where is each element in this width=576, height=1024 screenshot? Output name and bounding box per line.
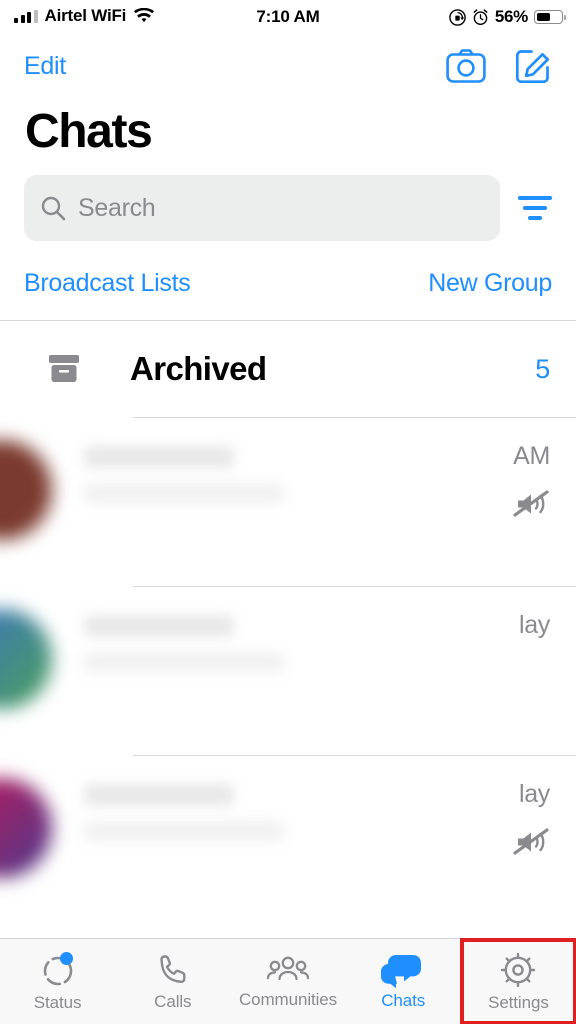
search-input[interactable]: Search	[24, 175, 500, 241]
page-title: Chats	[25, 105, 153, 158]
chat-list[interactable]: Archived 5 AM lay lay	[0, 321, 576, 938]
quick-links-row: Broadcast Lists New Group	[0, 251, 576, 321]
status-bar: Airtel WiFi 7:10 AM 56%	[0, 0, 576, 38]
camera-icon[interactable]	[446, 49, 486, 83]
avatar	[0, 609, 52, 709]
chat-timestamp: lay	[518, 780, 550, 808]
new-group-button[interactable]: New Group	[428, 269, 552, 298]
list-item[interactable]: lay	[0, 587, 576, 755]
chat-meta: lay	[512, 780, 550, 857]
tab-settings[interactable]: Settings	[459, 938, 576, 1024]
tab-communities[interactable]: Communities	[230, 939, 345, 1024]
rotation-lock-icon	[449, 8, 466, 26]
chat-message-blurred	[84, 484, 284, 502]
list-item[interactable]: AM	[0, 418, 576, 586]
compose-icon[interactable]	[514, 47, 552, 85]
filter-icon[interactable]	[518, 196, 552, 220]
tab-label: Chats	[381, 991, 426, 1010]
tab-chats[interactable]: Chats	[346, 939, 461, 1024]
alarm-clock-icon	[472, 8, 489, 26]
communities-icon	[265, 953, 311, 987]
broadcast-lists-button[interactable]: Broadcast Lists	[24, 269, 191, 298]
phone-icon	[154, 951, 192, 989]
mute-icon	[512, 489, 550, 519]
avatar	[0, 440, 52, 540]
search-row: Search	[0, 167, 576, 251]
chat-name-blurred	[84, 615, 234, 637]
search-placeholder: Search	[78, 193, 156, 222]
search-icon	[40, 195, 66, 221]
chat-preview	[52, 609, 550, 671]
archived-label: Archived	[130, 350, 267, 387]
chats-bubble-icon	[380, 952, 426, 988]
battery-percent-label: 56%	[494, 7, 528, 26]
status-badge-dot	[59, 952, 73, 965]
chat-preview	[52, 778, 550, 840]
navigation-bar: Edit	[0, 38, 576, 94]
chat-meta: AM	[512, 442, 550, 519]
archived-row[interactable]: Archived 5	[0, 321, 576, 417]
nav-actions	[446, 47, 552, 85]
battery-icon	[534, 10, 566, 24]
archive-box-icon	[44, 353, 84, 385]
tab-label: Settings	[488, 993, 549, 1012]
tab-label: Communities	[238, 990, 338, 1009]
archived-count: 5	[535, 353, 550, 384]
chat-meta: lay	[519, 611, 550, 640]
chat-timestamp: AM	[513, 442, 550, 470]
tab-label: Calls	[154, 992, 192, 1011]
whatsapp-chats-screen: Airtel WiFi 7:10 AM 56% Edit Chats Searc…	[0, 0, 576, 1024]
chat-name-blurred	[84, 784, 234, 806]
chat-message-blurred	[84, 822, 284, 840]
chat-name-blurred	[84, 446, 234, 468]
chat-timestamp: lay	[518, 611, 550, 639]
gear-icon	[498, 950, 538, 990]
status-bar-right: 56%	[449, 7, 566, 27]
list-item[interactable]: lay	[0, 756, 576, 924]
avatar	[0, 778, 52, 878]
tab-calls[interactable]: Calls	[115, 939, 230, 1024]
tab-label: Status	[33, 993, 82, 1012]
chat-message-blurred	[84, 653, 284, 671]
tab-bar: Status Calls Communities Chats Settings	[0, 938, 576, 1024]
chat-preview	[52, 440, 550, 502]
tab-status[interactable]: Status	[0, 939, 115, 1024]
edit-button[interactable]: Edit	[24, 52, 66, 81]
mute-icon	[512, 827, 550, 857]
